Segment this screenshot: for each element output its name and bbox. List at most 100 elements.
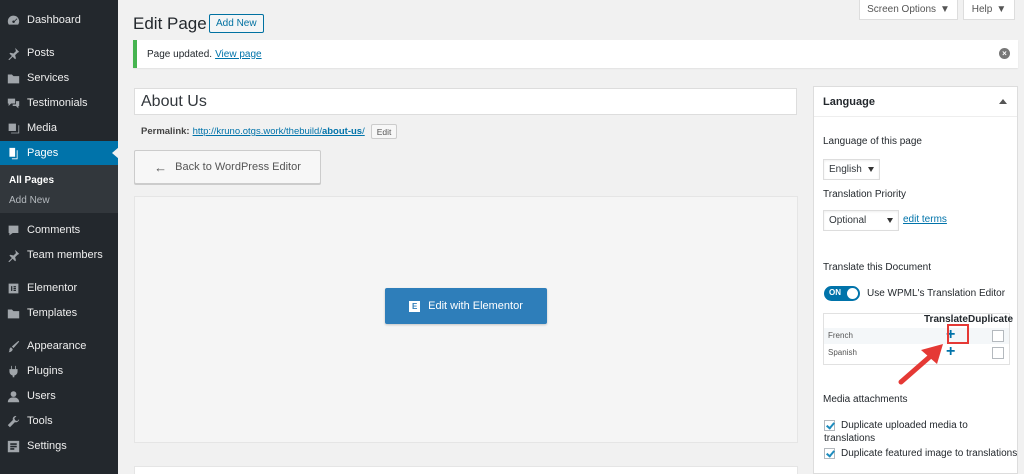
caret-down-icon: ▼ [940,4,950,15]
pin-icon [6,46,20,60]
menu-media[interactable]: Media [0,117,118,139]
language-name: French [828,331,853,340]
edit-terms-link[interactable]: edit terms [903,214,947,225]
back-button-label: Back to WordPress Editor [175,161,301,173]
elementor-logo-icon: E [409,300,421,312]
wrench-icon [6,414,20,428]
permalink-base: http://kruno.otgs.work/thebuild/ [192,126,322,137]
arrow-left-icon: ← [154,159,168,175]
title-input[interactable] [134,88,797,115]
language-name: Spanish [828,348,857,357]
duplicate-checkbox[interactable] [992,347,1004,359]
translation-priority-label: Translation Priority [823,189,906,200]
menu-settings-label: Settings [27,440,67,452]
menu-tools[interactable]: Tools [0,410,118,432]
help-label: Help [971,4,993,15]
permalink-trail: / [362,126,365,137]
duplicate-column-header: Duplicate [968,314,1014,325]
folder-icon [6,71,20,85]
menu-users-label: Users [27,390,56,402]
toggle-state-label: ON [829,288,841,297]
pages-icon [6,146,20,160]
menu-plugins-label: Plugins [27,365,64,377]
dismiss-icon[interactable]: × [999,48,1010,59]
caret-down-icon: ▼ [996,4,1007,15]
add-new-button[interactable]: Add New [209,14,264,33]
permalink-link[interactable]: http://kruno.otgs.work/thebuild/about-us… [193,126,365,137]
annotation-arrow-icon [898,344,943,385]
menu-dashboard-label: Dashboard [27,14,81,26]
screen-options-label: Screen Options [867,4,937,15]
help-tab[interactable]: Help ▼ [963,0,1015,20]
menu-comments[interactable]: Comments [0,219,118,241]
translate-document-heading: Translate this Document [823,262,932,273]
menu-testimonials[interactable]: Testimonials [0,92,118,114]
page-title: Edit Page [133,14,207,33]
language-metabox: Language Language of this page English T… [813,86,1018,474]
translation-priority-select[interactable]: Optional [823,210,899,231]
select-caret-icon [887,218,893,223]
menu-media-label: Media [27,122,57,134]
language-select-value: English [829,164,862,175]
dashboard-icon [6,13,20,27]
menu-users[interactable]: Users [0,385,118,407]
menu-pages[interactable]: Pages [0,141,119,165]
menu-elementor-label: Elementor [27,282,78,294]
menu-pages-label: Pages [27,147,59,159]
pin-icon [6,248,20,262]
menu-dashboard[interactable]: Dashboard [0,9,118,31]
pages-submenu: All Pages Add New [0,165,118,213]
update-notice: Page updated. View page × [133,40,1018,68]
menu-settings[interactable]: Settings [0,435,118,457]
menu-services-label: Services [27,72,70,84]
priority-select-value: Optional [829,215,867,226]
media-attachments-heading: Media attachments [823,394,908,405]
submenu-all-pages[interactable]: All Pages [9,175,54,186]
duplicate-media-label: Duplicate uploaded media to translations [824,420,968,444]
edit-with-elementor-button[interactable]: E Edit with Elementor [385,288,547,324]
menu-comments-label: Comments [27,224,81,236]
screen-options-tab[interactable]: Screen Options ▼ [859,0,958,20]
menu-tools-label: Tools [27,415,53,427]
menu-services[interactable]: Services [0,67,118,89]
language-select[interactable]: English [823,159,880,180]
select-caret-icon [868,167,874,172]
folder-icon [6,306,20,320]
menu-testimonials-label: Testimonials [27,97,88,109]
menu-team-members[interactable]: Team members [0,244,118,266]
lower-metabox [134,466,798,474]
menu-posts[interactable]: Posts [0,42,118,64]
comments-icon [6,96,20,110]
permalink-label: Permalink: [141,126,190,137]
submenu-add-new[interactable]: Add New [9,195,50,206]
menu-team-members-label: Team members [27,249,103,261]
menu-templates[interactable]: Templates [0,302,118,324]
menu-posts-label: Posts [27,47,55,59]
back-to-wordpress-editor-button[interactable]: ← Back to WordPress Editor [134,150,321,184]
menu-appearance[interactable]: Appearance [0,335,118,357]
translation-editor-toggle[interactable]: ON [824,286,860,301]
view-page-link[interactable]: View page [215,49,262,60]
admin-sidebar: Dashboard Posts Services Testimonials Me… [0,0,119,474]
brush-icon [6,339,20,353]
permalink-row: Permalink: http://kruno.otgs.work/thebui… [141,124,398,139]
active-menu-arrow [112,147,119,159]
toggle-knob [847,288,858,299]
language-of-page-label: Language of this page [823,136,922,147]
user-icon [6,389,20,403]
menu-appearance-label: Appearance [27,340,87,352]
menu-plugins[interactable]: Plugins [0,360,118,382]
duplicate-featured-label: Duplicate featured image to translations [841,448,1018,459]
menu-elementor[interactable]: Elementor [0,277,118,299]
notice-text: Page updated. [147,48,213,60]
comment-icon [6,223,20,237]
media-icon [6,121,20,135]
language-metabox-header[interactable]: Language [814,87,1017,117]
edit-elementor-label: Edit with Elementor [428,300,523,312]
permalink-slug: about-us [321,126,363,137]
collapse-arrow-icon[interactable] [999,99,1007,104]
duplicate-checkbox[interactable] [992,330,1004,342]
edit-slug-button[interactable]: Edit [370,124,398,139]
menu-templates-label: Templates [27,307,78,319]
plug-icon [6,364,20,378]
